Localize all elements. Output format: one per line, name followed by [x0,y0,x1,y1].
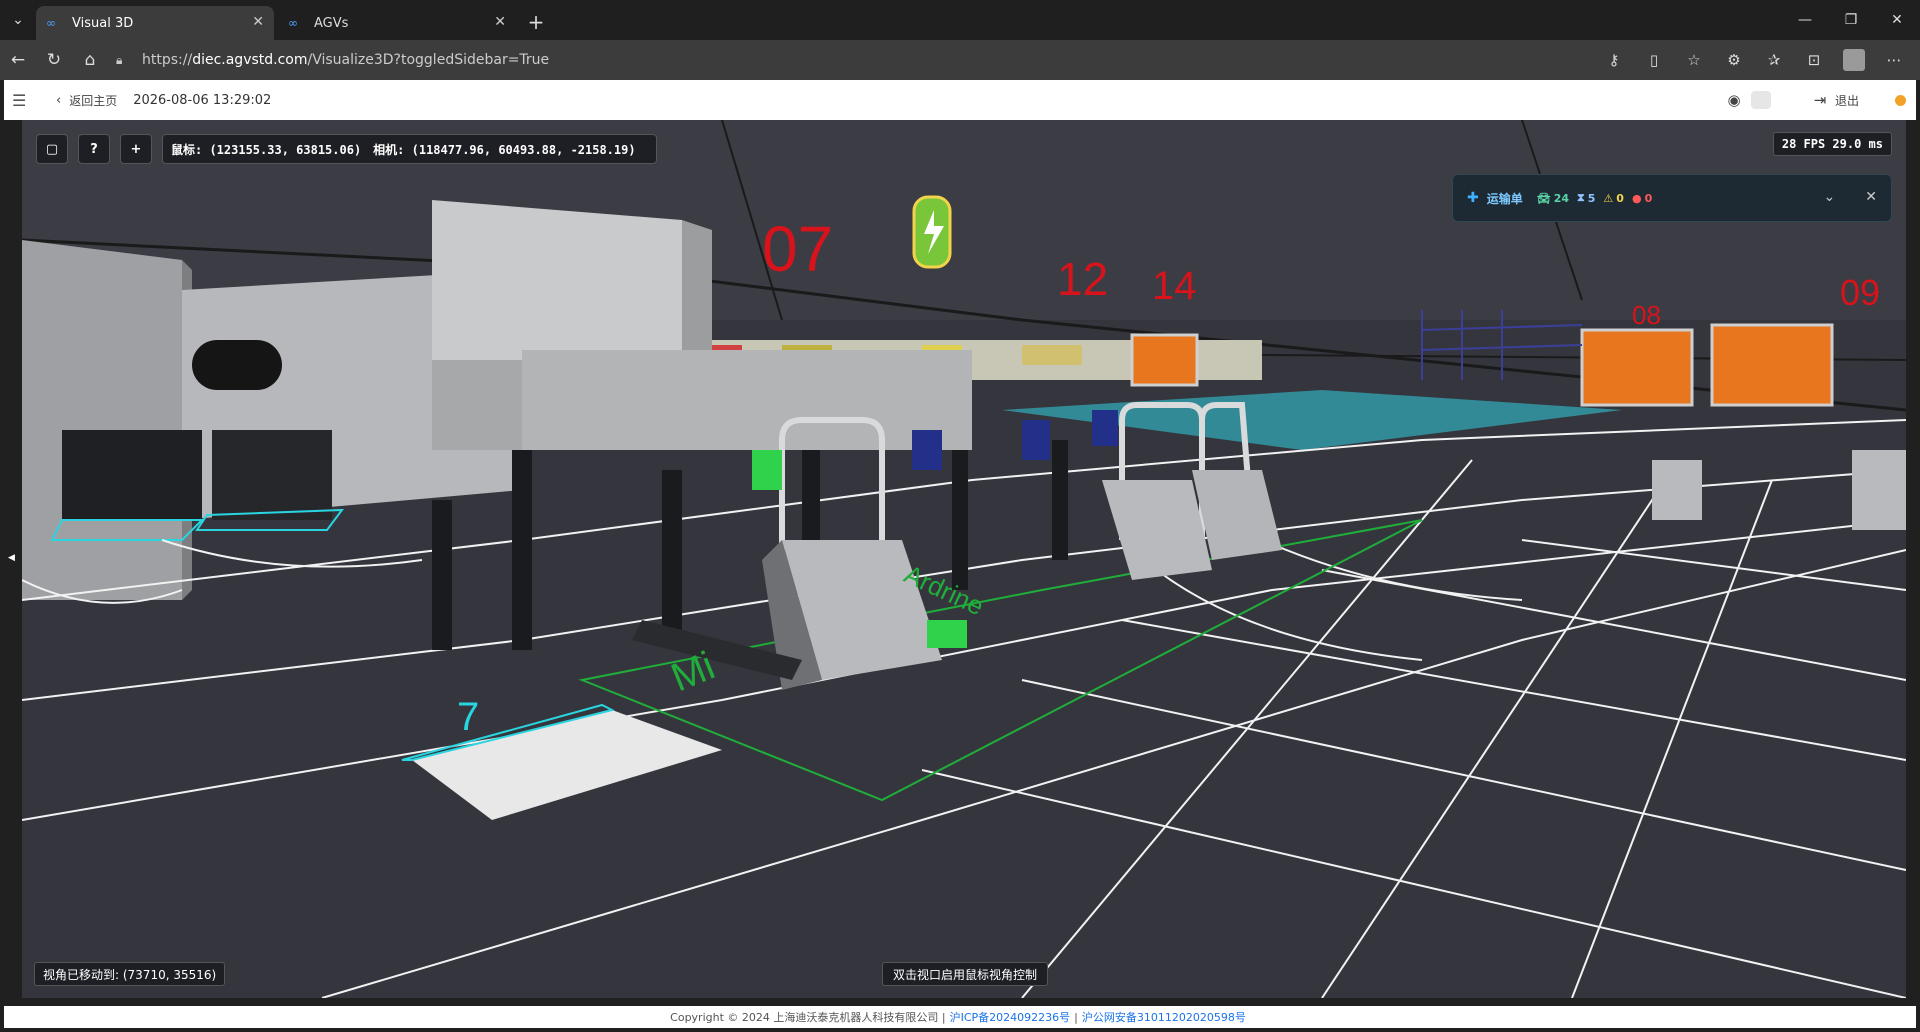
scene-render [22,120,1906,998]
station-label-07: 07 [762,213,834,285]
coordinates-readout: 鼠标: (123155.33, 63815.06) 相机: (118477.96… [162,134,657,164]
url-scheme: https:// [142,52,193,68]
station-label-08: 08 [1632,300,1661,330]
back-arrow-icon[interactable]: ← [0,44,36,76]
mouse-coords: 鼠标: (123155.33, 63815.06) [171,142,362,157]
url-field[interactable]: 🔒︎ https://diec.agvstd.com/Visualize3D?t… [116,52,549,68]
tab-visual3d[interactable]: ∞ Visual 3D ✕ [36,6,274,40]
station-label-14: 14 [1152,264,1197,308]
3d-viewport[interactable]: 07 12 14 08 09 Mi Ardrine 7 ▢ ? + 鼠标: (1… [22,120,1906,998]
viewport-toolbar: ▢ ? + 鼠标: (123155.33, 63815.06) 相机: (118… [36,134,657,164]
warning-icon: ⚠ [1603,191,1614,205]
tab-list-dropdown-icon[interactable]: ⌄ [0,0,36,40]
profile-avatar[interactable] [1843,49,1865,71]
tab-agvs[interactable]: ∞ AGVs ✕ [278,6,516,40]
chevron-down-icon[interactable]: ⌄ [1824,189,1836,205]
key-icon[interactable]: ⚷ [1594,44,1634,76]
logout-icon: ⇥ [1813,91,1827,109]
browser-tabbar: ⌄ ∞ Visual 3D ✕ ∞ AGVs ✕ + — ❐ ✕ [0,0,1920,40]
tab-title: Visual 3D [72,15,134,31]
url-host: diec.agvstd.com [192,52,308,68]
hourglass-icon: ⧗ [1577,191,1585,204]
footer-separator: | [1074,1010,1078,1024]
view-moved-status: 视角已移动到: (73710, 35516) [34,962,226,986]
tab-title: AGVs [314,15,349,31]
fps-counter: 28 FPS 29.0 ms [1772,132,1892,156]
close-window-icon[interactable]: ✕ [1874,0,1920,40]
camera-coords: 相机: (118477.96, 60493.88, -2158.19) [373,142,636,157]
view-mode-button[interactable]: ▢ [36,134,68,164]
error-count: ● 0 [1631,191,1653,205]
back-home-link[interactable]: ‹ 返回主页 [56,92,117,109]
extensions-icon[interactable]: ⚙ [1714,44,1754,76]
minimize-icon[interactable]: — [1782,0,1828,40]
waiting-count: ⧗ 5 [1577,191,1596,205]
user-name-placeholder [1750,91,1771,109]
icp-link[interactable]: 沪ICP备2024092236号 [950,1009,1071,1025]
station-label-09: 09 [1840,272,1881,313]
status-dot [1895,94,1906,106]
logout-button[interactable]: ⇥ 退出 [1809,89,1859,111]
address-bar: ← ↻ ⌂ 🔒︎ https://diec.agvstd.com/Visuali… [0,40,1920,80]
warning-count: ⚠ 0 [1603,191,1624,205]
error-icon: ● [1631,191,1642,205]
dblclick-hint: 双击视口启用鼠标视角控制 [882,962,1049,986]
transport-icon: ✚ [1467,190,1479,206]
close-icon[interactable]: ✕ [252,14,264,30]
new-tab-icon[interactable]: + [520,6,552,38]
refresh-icon[interactable]: ↻ [36,44,72,76]
restore-icon[interactable]: ❐ [1828,0,1874,40]
police-record-link[interactable]: 沪公网安备31011202020598号 [1082,1009,1246,1025]
footer: Copyright © 2024 上海迪沃泰克机器人科技有限公司 | 沪ICP备… [4,1006,1916,1028]
more-menu-icon[interactable]: ⋯ [1874,44,1914,76]
screenshot-icon[interactable]: ⊡ [1794,44,1834,76]
infinity-icon: ∞ [288,16,298,30]
url-path: /Visualize3D?toggledSidebar=True [307,52,550,68]
home-icon[interactable]: ⌂ [72,44,108,76]
station-label-12: 12 [1057,253,1109,305]
vehicle-count: 🚘︎ 24 [1536,191,1570,205]
car-icon: 🚘︎ [1536,191,1551,205]
reading-view-icon[interactable]: ▯ [1634,44,1674,76]
lock-icon: 🔒︎ [116,52,123,67]
close-icon[interactable]: ✕ [494,14,506,30]
logout-label: 退出 [1834,93,1859,108]
user-icon[interactable]: ◉ [1723,89,1745,111]
chevron-left-icon: ‹ [56,92,62,108]
app-header: ☰ ‹ 返回主页 2026-08-06 13:29:02 ◉ ⇥ 退出 [4,80,1916,120]
transport-order-panel[interactable]: ✚ 运输单 🚘︎ 24 ⧗ 5 ⚠ 0 ● 0 ⌄ ✕ [1452,174,1892,222]
infinity-icon: ∞ [46,16,56,30]
hamburger-menu-icon[interactable]: ☰ [12,91,42,110]
favorites-list-icon[interactable]: ✰ [1754,44,1794,76]
zone-mark-7: 7 [457,695,480,739]
favorite-star-icon[interactable]: ☆ [1674,44,1714,76]
transport-label: 运输单 [1486,191,1523,206]
help-button[interactable]: ? [78,134,110,164]
close-icon[interactable]: ✕ [1865,189,1877,205]
back-home-label: 返回主页 [69,93,118,108]
add-button[interactable]: + [120,134,152,164]
sidebar-toggle-icon[interactable]: ◀ [8,553,15,563]
copyright-text: Copyright © 2024 上海迪沃泰克机器人科技有限公司 | [670,1011,946,1024]
current-datetime: 2026-08-06 13:29:02 [133,92,272,108]
